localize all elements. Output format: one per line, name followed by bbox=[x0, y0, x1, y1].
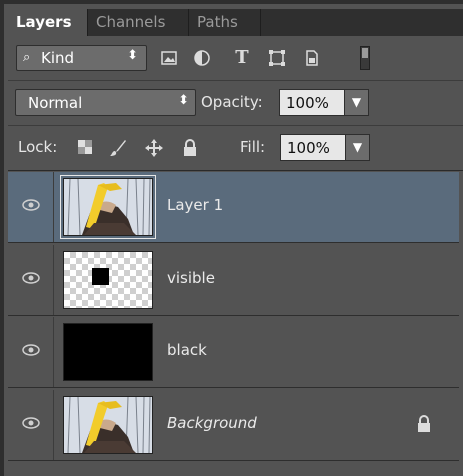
visibility-toggle[interactable] bbox=[8, 390, 54, 460]
type-filter-icon[interactable]: T bbox=[232, 48, 252, 68]
visibility-toggle[interactable] bbox=[8, 245, 54, 315]
layer-name[interactable]: Layer 1 bbox=[167, 196, 223, 214]
layer-row-layer-1[interactable]: Layer 1 bbox=[8, 172, 459, 243]
layer-thumbnail-photo bbox=[60, 175, 156, 239]
layer-name[interactable]: black bbox=[167, 341, 207, 359]
blend-row: Normal ⬍ Opacity: 100% ▼ bbox=[8, 81, 463, 126]
filter-row: ⌕ Kind ⬍ T bbox=[8, 36, 463, 81]
lock-all-icon[interactable] bbox=[180, 138, 200, 158]
filter-kind-label: Kind bbox=[41, 49, 75, 67]
tab-layers[interactable]: Layers bbox=[8, 9, 88, 36]
blend-mode-select[interactable]: Normal ⬍ bbox=[15, 89, 196, 116]
shape-filter-icon[interactable] bbox=[267, 48, 287, 68]
updown-arrow-icon: ⬍ bbox=[178, 93, 189, 108]
lock-position-icon[interactable] bbox=[144, 138, 164, 158]
layer-thumbnail-photo bbox=[63, 396, 153, 454]
layers-list: Layer 1 visible black Background bbox=[8, 172, 459, 464]
tab-paths[interactable]: Paths bbox=[189, 9, 261, 36]
fill-field[interactable]: 100% bbox=[280, 134, 346, 161]
layer-name[interactable]: visible bbox=[167, 269, 215, 287]
lock-label: Lock: bbox=[18, 138, 58, 156]
filter-kind-select[interactable]: ⌕ Kind ⬍ bbox=[16, 45, 147, 71]
lock-image-pixels-icon[interactable] bbox=[108, 138, 128, 158]
opacity-field[interactable]: 100% bbox=[279, 89, 345, 116]
lock-transparent-pixels-icon[interactable] bbox=[75, 138, 95, 158]
lock-icon bbox=[418, 415, 430, 432]
visibility-toggle[interactable] bbox=[8, 172, 54, 242]
opacity-dropdown-button[interactable]: ▼ bbox=[344, 89, 369, 116]
black-square-shape bbox=[92, 268, 109, 285]
search-icon: ⌕ bbox=[23, 50, 31, 65]
layer-thumbnail-black bbox=[63, 323, 153, 381]
filter-toggle[interactable] bbox=[360, 46, 370, 70]
layer-row-visible[interactable]: visible bbox=[8, 245, 459, 316]
adjustment-filter-icon[interactable] bbox=[192, 48, 212, 68]
panel-tab-bar: Layers Channels Paths bbox=[8, 9, 463, 36]
eye-icon bbox=[22, 272, 40, 284]
fill-dropdown-button[interactable]: ▼ bbox=[345, 134, 370, 161]
layer-thumbnail-checker bbox=[63, 251, 153, 309]
layer-row-black[interactable]: black bbox=[8, 317, 459, 388]
blend-mode-value: Normal bbox=[28, 94, 83, 112]
tab-channels[interactable]: Channels bbox=[88, 9, 189, 36]
eye-icon bbox=[22, 199, 40, 211]
visibility-toggle[interactable] bbox=[8, 317, 54, 387]
opacity-label: Opacity: bbox=[201, 93, 263, 111]
updown-arrow-icon: ⬍ bbox=[127, 48, 138, 63]
layer-row-background[interactable]: Background bbox=[8, 390, 459, 461]
smart-object-filter-icon[interactable] bbox=[302, 48, 322, 68]
lock-row: Lock: Fill: 100% ▼ bbox=[8, 126, 463, 171]
layer-name[interactable]: Background bbox=[167, 414, 257, 432]
image-filter-icon[interactable] bbox=[159, 48, 179, 68]
fill-label: Fill: bbox=[240, 138, 266, 156]
eye-icon bbox=[22, 344, 40, 356]
eye-icon bbox=[22, 417, 40, 429]
